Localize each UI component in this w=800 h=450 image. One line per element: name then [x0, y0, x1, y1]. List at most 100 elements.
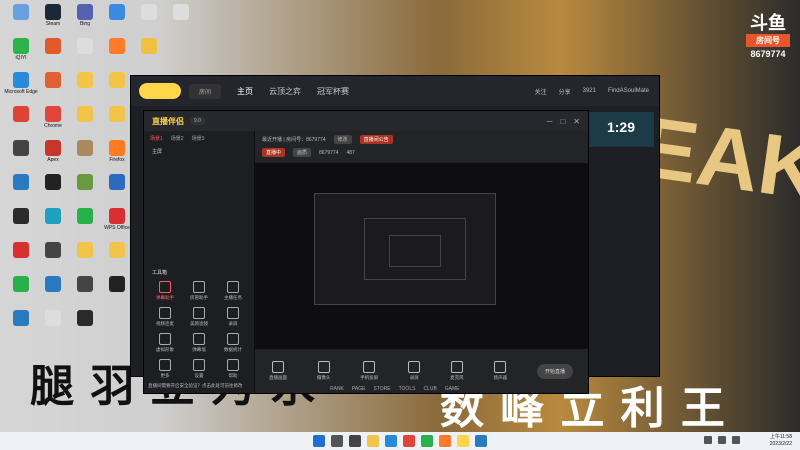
live-companion-window[interactable]: 直播伴侣 9.0 ─ □ ✕ 场景1 场景2 场景3 主屏 工具箱 弹幕助手 房管… — [143, 110, 589, 394]
user-name[interactable]: FindASoulMate — [608, 88, 649, 94]
taskbar-live-companion-icon[interactable] — [457, 435, 469, 447]
footer-nav-item[interactable]: GAME — [445, 386, 460, 392]
desktop-icon[interactable] — [100, 72, 134, 102]
volume-icon[interactable] — [718, 436, 726, 444]
tool-item[interactable]: 帮助 — [216, 359, 250, 379]
desktop-icon[interactable] — [68, 276, 102, 306]
edit-button[interactable]: 修改 — [333, 135, 352, 144]
tool-item[interactable]: 美颜滤镜 — [182, 307, 216, 327]
desktop-icon[interactable] — [36, 174, 70, 204]
tool-item[interactable]: 设置 — [182, 359, 216, 379]
desktop-icon[interactable] — [4, 310, 38, 340]
desktop-icon[interactable] — [100, 38, 134, 68]
desktop-icon[interactable] — [100, 174, 134, 204]
room-search[interactable]: 房间 — [189, 83, 222, 99]
desktop-icon[interactable] — [36, 38, 70, 68]
share-link[interactable]: 分享 — [559, 87, 571, 96]
tool-item[interactable]: 录屏 — [216, 307, 250, 327]
camera-button[interactable]: 摄像头 — [317, 361, 330, 381]
desktop-icon[interactable] — [164, 4, 198, 34]
maximize-icon[interactable]: □ — [560, 117, 565, 126]
taskbar-edge-icon[interactable] — [385, 435, 397, 447]
footer-nav-item[interactable]: PAGE — [352, 386, 366, 392]
live-preview[interactable] — [254, 163, 588, 349]
desktop-icon[interactable] — [68, 38, 102, 68]
clock[interactable]: 上午11:58 2023/2/22 — [770, 434, 792, 448]
desktop-icon[interactable] — [68, 310, 102, 340]
desktop-icon[interactable]: Apex — [36, 140, 70, 170]
battery-icon[interactable] — [732, 436, 740, 444]
desktop-icon[interactable] — [68, 140, 102, 170]
desktop-icon[interactable] — [100, 242, 134, 272]
desktop-icon[interactable] — [36, 310, 70, 340]
footer-nav-item[interactable]: CLUB — [423, 386, 436, 392]
mic-button[interactable]: 麦克风 — [450, 361, 464, 381]
desktop-icon[interactable]: iQIYI — [4, 38, 38, 68]
tool-item[interactable]: 更多 — [148, 359, 182, 379]
nav-champion-cup[interactable]: 冠军杯赛 — [317, 86, 349, 97]
tool-item[interactable]: 视频连麦 — [148, 307, 182, 327]
desktop-icon[interactable]: Microsoft Edge — [4, 72, 38, 102]
announcement-link[interactable]: 直播间公告 — [359, 135, 393, 144]
quality-button[interactable]: 画质 — [293, 148, 312, 157]
desktop-icon[interactable] — [36, 208, 70, 238]
close-icon[interactable]: ✕ — [573, 117, 580, 126]
taskbar-file-explorer-icon[interactable] — [367, 435, 379, 447]
tab-scene-1[interactable]: 场景1 — [150, 135, 163, 142]
phone-cast-button[interactable]: 手机投屏 — [360, 361, 378, 381]
desktop-icon[interactable] — [36, 72, 70, 102]
taskbar-douyu-icon[interactable] — [439, 435, 451, 447]
desktop-icon[interactable]: WPS Office — [100, 208, 134, 238]
security-notice[interactable]: 直播间需要开启安全验证？点击此处可前往修改 — [144, 383, 258, 389]
nav-home[interactable]: 主页 — [237, 86, 253, 97]
desktop-icon[interactable]: Steam — [36, 4, 70, 34]
desktop-icon[interactable] — [132, 38, 166, 68]
start-live-button[interactable]: 开始直播 — [536, 363, 573, 379]
source-item[interactable]: 主屏 — [144, 146, 254, 157]
desktop-icon[interactable] — [68, 72, 102, 102]
desktop-icon[interactable] — [132, 4, 166, 34]
desktop-icon[interactable] — [68, 242, 102, 272]
desktop-icon[interactable] — [100, 276, 134, 306]
footer-nav-item[interactable]: STORE — [373, 386, 390, 392]
tool-item[interactable]: 弹幕助手 — [148, 281, 182, 301]
tool-item[interactable]: 弹幕墙 — [182, 333, 216, 353]
follow-link[interactable]: 关注 — [535, 87, 547, 96]
taskbar-chrome-icon[interactable] — [403, 435, 415, 447]
tool-item[interactable]: 主播任务 — [216, 281, 250, 301]
desktop-icon[interactable] — [68, 174, 102, 204]
desktop-icon[interactable] — [4, 140, 38, 170]
speaker-button[interactable]: 扬声器 — [494, 361, 507, 381]
footer-nav-item[interactable]: RANK — [330, 386, 344, 392]
desktop-icon[interactable] — [4, 174, 38, 204]
desktop-icon[interactable] — [36, 276, 70, 306]
desktop-icon[interactable] — [100, 4, 134, 34]
footer-nav-item[interactable]: TOOLS — [399, 386, 416, 392]
desktop-icon[interactable] — [4, 242, 38, 272]
taskbar-search-icon[interactable] — [331, 435, 343, 447]
taskbar-wechat-icon[interactable] — [421, 435, 433, 447]
tab-scene-2[interactable]: 场景2 — [171, 135, 184, 142]
scene-capture-button[interactable]: 直播画面 — [269, 361, 287, 381]
tab-scene-3[interactable]: 场景3 — [192, 135, 205, 142]
taskbar-task-view-icon[interactable] — [349, 435, 361, 447]
taskbar-start-button-icon[interactable] — [313, 435, 325, 447]
minimize-icon[interactable]: ─ — [547, 117, 553, 126]
desktop-icon[interactable] — [68, 106, 102, 136]
record-button[interactable]: 录屏 — [408, 361, 421, 381]
desktop-icon[interactable] — [4, 4, 38, 34]
desktop-icon[interactable]: Firefox — [100, 140, 134, 170]
desktop-icon[interactable] — [68, 208, 102, 238]
network-icon[interactable] — [704, 436, 712, 444]
tool-item[interactable]: 房管助手 — [182, 281, 216, 301]
desktop-icon[interactable] — [4, 106, 38, 136]
desktop-icon[interactable] — [100, 106, 134, 136]
tool-item[interactable]: 虚拟形象 — [148, 333, 182, 353]
desktop-icon[interactable]: Chrome — [36, 106, 70, 136]
desktop-icon[interactable] — [36, 242, 70, 272]
tool-item[interactable]: 数据统计 — [216, 333, 250, 353]
nav-tft[interactable]: 云顶之弈 — [269, 86, 301, 97]
taskbar-qq-icon[interactable] — [475, 435, 487, 447]
desktop-icon[interactable]: Bing — [68, 4, 102, 34]
desktop-icon[interactable] — [4, 276, 38, 306]
